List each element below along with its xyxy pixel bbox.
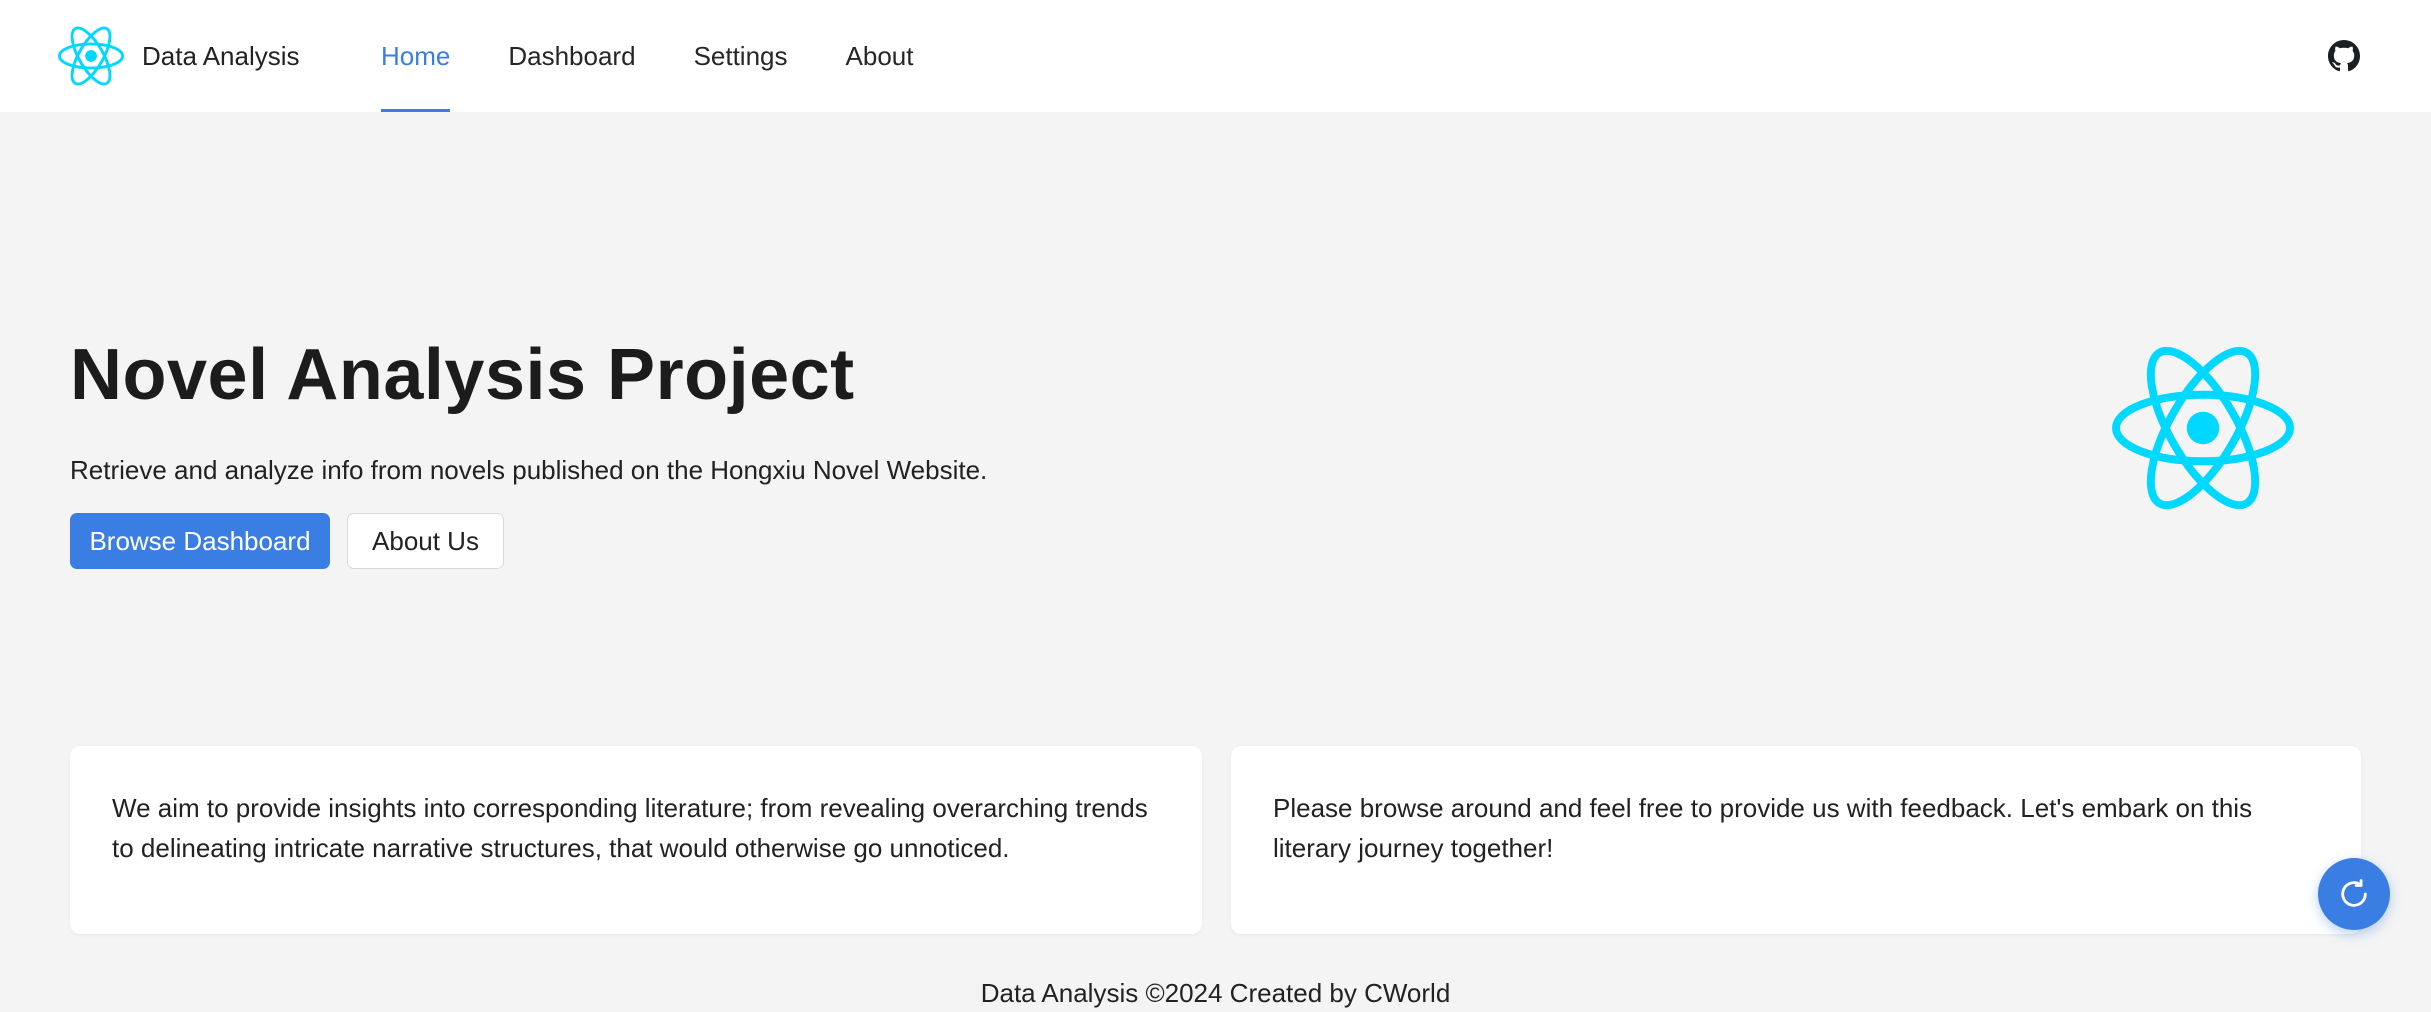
about-us-button[interactable]: About Us bbox=[347, 513, 504, 569]
nav-item-about[interactable]: About bbox=[817, 0, 943, 112]
nav-item-settings[interactable]: Settings bbox=[665, 0, 817, 112]
info-card: Please browse around and feel free to pr… bbox=[1231, 746, 2361, 934]
refresh-button[interactable] bbox=[2318, 858, 2390, 930]
info-card-text: Please browse around and feel free to pr… bbox=[1273, 793, 2253, 863]
brand[interactable]: Data Analysis bbox=[58, 25, 300, 87]
nav-item-label: Settings bbox=[693, 40, 788, 71]
react-atom-icon bbox=[58, 26, 124, 86]
github-icon[interactable] bbox=[2328, 40, 2360, 72]
nav-item-dashboard[interactable]: Dashboard bbox=[479, 0, 664, 112]
page-title: Novel Analysis Project bbox=[70, 335, 855, 415]
refresh-icon bbox=[2341, 879, 2367, 907]
brand-name: Data Analysis bbox=[142, 40, 300, 71]
nav-item-label: Dashboard bbox=[508, 40, 636, 71]
hero-subtitle: Retrieve and analyze info from novels pu… bbox=[70, 455, 988, 485]
nav-item-home[interactable]: Home bbox=[352, 0, 479, 112]
info-card: We aim to provide insights into correspo… bbox=[70, 746, 1202, 934]
main-nav: Home Dashboard Settings About bbox=[352, 0, 942, 112]
top-header: Data Analysis Home Dashboard Settings Ab… bbox=[0, 0, 2431, 112]
footer: Data Analysis ©2024 Created by CWorld bbox=[980, 978, 1451, 1008]
browse-dashboard-button[interactable]: Browse Dashboard bbox=[70, 513, 330, 569]
nav-item-label: Home bbox=[381, 40, 451, 71]
react-atom-icon bbox=[2112, 346, 2294, 510]
info-card-text: We aim to provide insights into correspo… bbox=[112, 793, 1148, 863]
nav-item-label: About bbox=[845, 40, 914, 71]
